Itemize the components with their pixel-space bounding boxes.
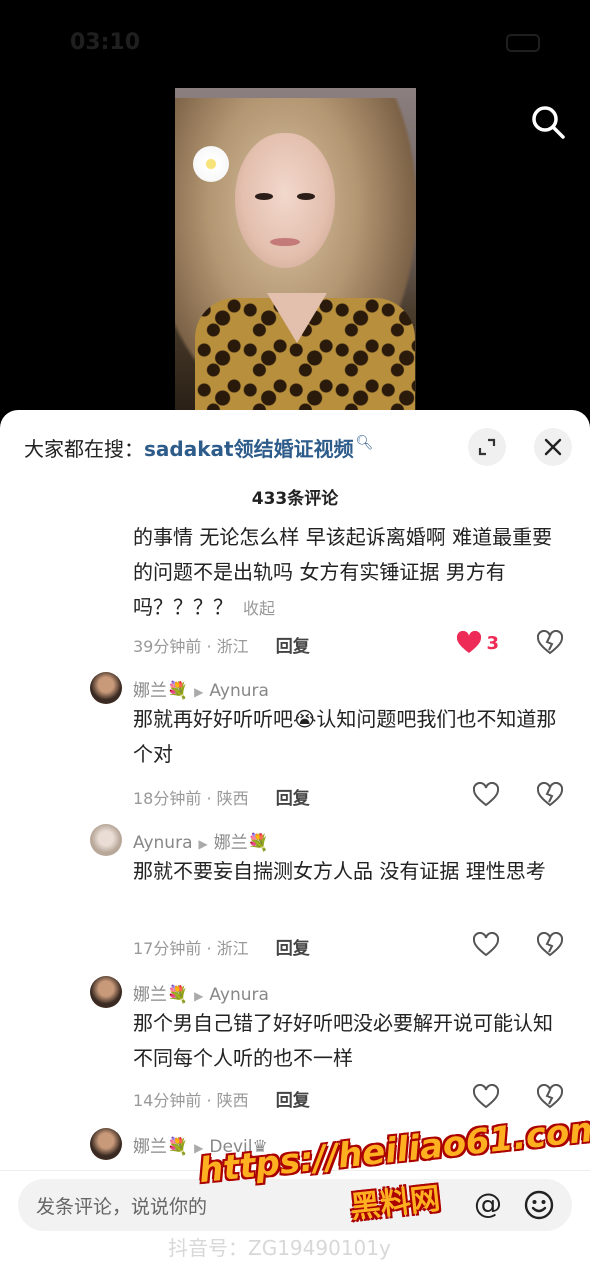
at-mention-icon[interactable]: @: [474, 1187, 502, 1220]
heart-outline-icon[interactable]: [473, 782, 499, 808]
reply-arrow-icon: ▶: [194, 685, 204, 699]
status-bar: 03:10: [60, 26, 550, 62]
reply-item[interactable]: Aynura ▶ 娜兰💐 那就不要妄自揣测女方人品 没有证据 理性思考 17分钟前 …: [90, 824, 570, 964]
reply-header: 娜兰💐 ▶ Aynura: [133, 980, 269, 1005]
status-time: 03:10: [70, 30, 141, 55]
heart-outline-icon[interactable]: [473, 932, 499, 958]
flower-hair-clip: [193, 146, 229, 182]
reply-header: 娜兰💐 ▶ Aynura: [133, 676, 269, 701]
expand-icon: [478, 438, 496, 456]
emoji-icon[interactable]: [523, 1189, 555, 1221]
dislike-icon[interactable]: [537, 630, 563, 656]
reply-arrow-icon: ▶: [198, 837, 208, 851]
reply-meta: 17分钟前 · 浙江 回复: [133, 932, 573, 960]
avatar[interactable]: [90, 1128, 122, 1160]
eye-left: [255, 193, 273, 200]
reply-text: 那就不要妄自揣测女方人品 没有证据 理性思考: [133, 859, 546, 883]
watermark-site-name: 黑料网: [348, 1181, 442, 1226]
trending-search-prefix: 大家都在搜：: [24, 436, 144, 461]
reply-button[interactable]: 回复: [276, 939, 310, 959]
reply-time-location: 14分钟前 · 陕西: [133, 1091, 249, 1110]
reply-author[interactable]: 娜兰💐: [133, 1137, 188, 1157]
close-button[interactable]: [534, 428, 572, 466]
avatar[interactable]: [90, 976, 122, 1008]
like-group: [473, 932, 563, 958]
reply-time-location: 17分钟前 · 浙江: [133, 939, 249, 958]
reply-author[interactable]: 娜兰💐: [133, 681, 188, 701]
comment-body[interactable]: 的事情 无论怎么样 早该起诉离婚啊 难道最重要的问题不是出轨吗 女方有实锤证据 …: [133, 520, 563, 626]
video-area[interactable]: 03:10: [0, 0, 590, 420]
like-group: [473, 782, 563, 808]
avatar[interactable]: [90, 824, 122, 856]
comment-time-location: 39分钟前 · 浙江: [133, 637, 249, 656]
heart-filled-icon[interactable]: [456, 630, 482, 656]
reply-meta: 14分钟前 · 陕西 回复: [133, 1084, 573, 1112]
reply-button[interactable]: 回复: [276, 789, 310, 809]
search-icon[interactable]: [528, 102, 568, 142]
video-thumbnail[interactable]: [175, 88, 416, 410]
reply-meta: 18分钟前 · 陕西 回复: [133, 782, 573, 810]
trending-search[interactable]: 大家都在搜： sadakat领结婚证视频 🔍︎: [24, 432, 373, 462]
eye-right: [297, 193, 315, 200]
expand-button[interactable]: [468, 428, 506, 466]
like-group: [473, 1084, 563, 1110]
reply-target[interactable]: 娜兰💐: [214, 833, 269, 853]
dislike-icon[interactable]: [537, 1084, 563, 1110]
reply-text: 那就再好好听听吧😭认知问题吧我们也不知道那个对: [133, 702, 568, 772]
douyin-id-watermark: 抖音号：ZG19490101y: [168, 1236, 391, 1260]
crying-emoji-icon: 😭: [293, 707, 317, 731]
comment-count: 433条评论: [251, 489, 339, 509]
avatar[interactable]: [90, 672, 122, 704]
dislike-icon[interactable]: [537, 932, 563, 958]
close-icon: [544, 438, 562, 456]
reply-item[interactable]: 娜兰💐 ▶ Aynura 那就再好好听听吧😭认知问题吧我们也不知道那个对 18分钟前…: [90, 672, 570, 812]
comment-meta: 39分钟前 · 浙江 回复 3: [133, 630, 573, 658]
comment-input[interactable]: 发条评论，说说你的 @: [18, 1179, 572, 1231]
dislike-icon[interactable]: [537, 782, 563, 808]
collapse-link[interactable]: 收起: [243, 599, 275, 618]
reply-button[interactable]: 回复: [276, 637, 310, 657]
reply-target[interactable]: Aynura: [209, 681, 269, 701]
face: [235, 133, 335, 268]
heart-outline-icon[interactable]: [473, 1084, 499, 1110]
battery-icon: [506, 34, 540, 52]
reply-arrow-icon: ▶: [194, 989, 204, 1003]
reply-author[interactable]: Aynura: [133, 833, 193, 853]
comment-sheet: 大家都在搜： sadakat领结婚证视频 🔍︎ 433条评论 的事情 无论怎么样…: [0, 410, 590, 1280]
reply-button[interactable]: 回复: [276, 1091, 310, 1111]
mouth: [270, 238, 300, 246]
trending-search-term[interactable]: sadakat领结婚证视频: [144, 433, 354, 462]
reply-time-location: 18分钟前 · 陕西: [133, 789, 249, 808]
comment-input-bar: 发条评论，说说你的 @: [0, 1170, 590, 1280]
reply-item[interactable]: 娜兰💐 ▶ Aynura 那个男自己错了好好听吧没必要解开说可能认知不同每个人听的也…: [90, 976, 570, 1116]
reply-text-part: 那就再好好听听吧: [133, 707, 293, 731]
reply-header: Aynura ▶ 娜兰💐: [133, 828, 269, 853]
like-group: 3: [456, 630, 563, 656]
reply-target[interactable]: Aynura: [209, 985, 269, 1005]
search-small-icon: 🔍︎: [355, 435, 374, 451]
reply-text: 那个男自己错了好好听吧没必要解开说可能认知不同每个人听的也不一样: [133, 1011, 553, 1070]
comment-text: 的事情 无论怎么样 早该起诉离婚啊 难道最重要的问题不是出轨吗 女方有实锤证据 …: [133, 525, 553, 619]
like-count: 3: [486, 632, 499, 654]
reply-author[interactable]: 娜兰💐: [133, 985, 188, 1005]
comment-placeholder: 发条评论，说说你的: [36, 1196, 208, 1218]
